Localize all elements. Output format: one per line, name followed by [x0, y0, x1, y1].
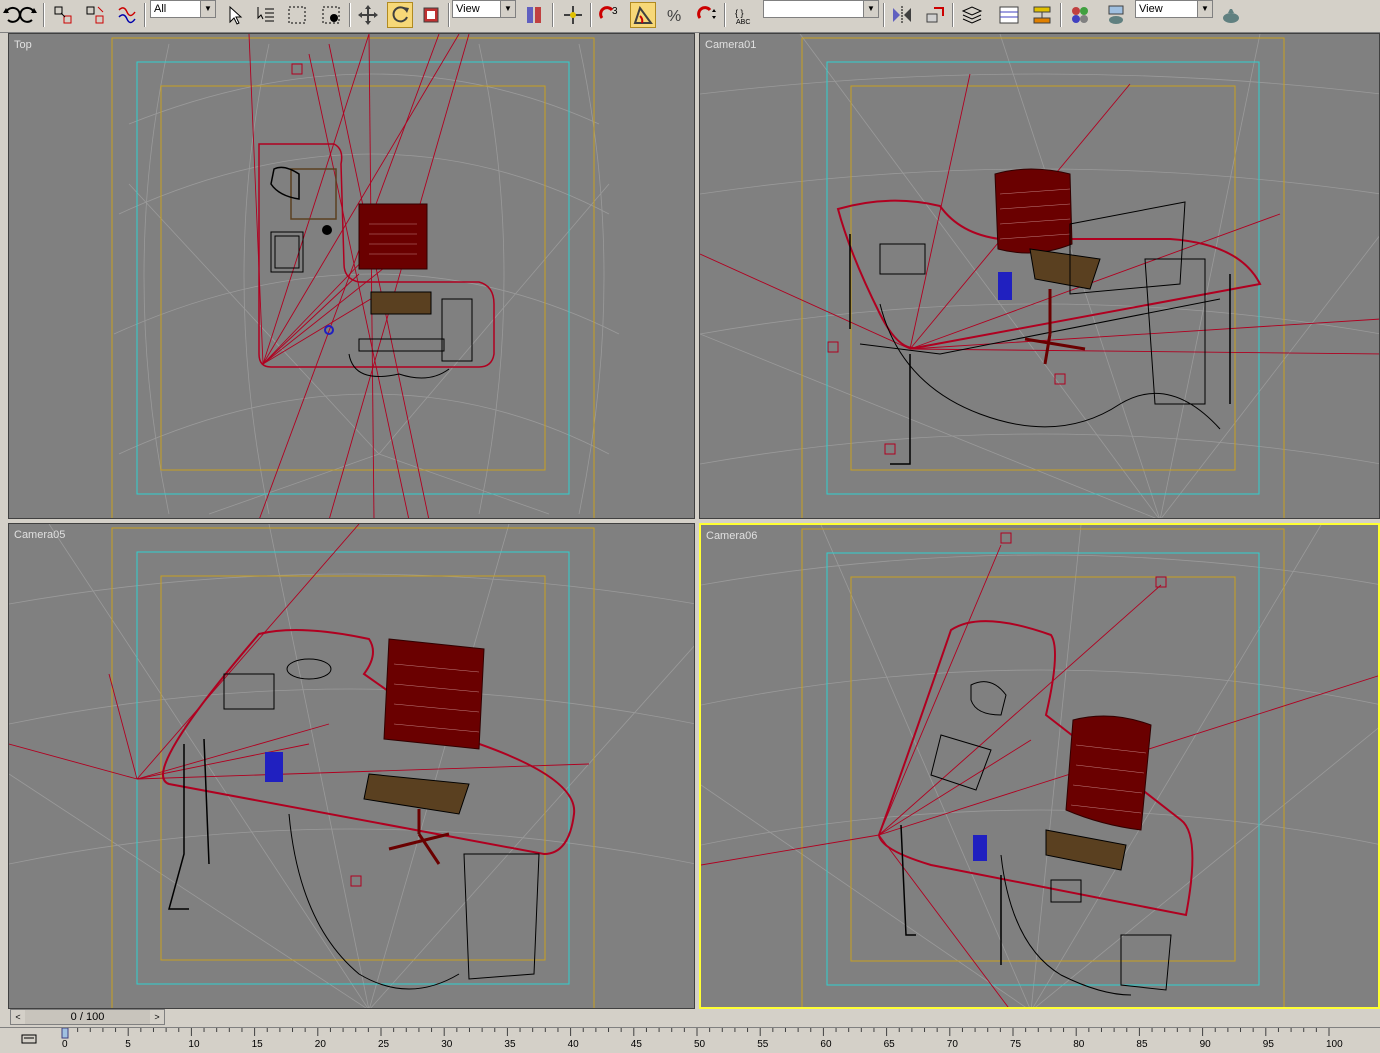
- viewport-camera05[interactable]: Camera05: [8, 523, 695, 1009]
- chevron-down-icon: ▼: [863, 1, 878, 17]
- viewport-camera05-scene: [9, 524, 694, 1008]
- pivot-icon[interactable]: [521, 2, 547, 28]
- scale-icon[interactable]: [418, 2, 444, 28]
- rotate-icon[interactable]: [387, 2, 413, 28]
- viewport-camera01[interactable]: Camera01: [699, 33, 1380, 519]
- schematic-view-icon[interactable]: [1029, 2, 1055, 28]
- selection-filter-value: All: [154, 3, 167, 15]
- quick-render-icon[interactable]: [1218, 2, 1244, 28]
- move-icon[interactable]: [355, 2, 381, 28]
- viewport-camera01-scene: [700, 34, 1379, 518]
- spinner-snap-icon[interactable]: [694, 2, 720, 28]
- curve-editor-icon[interactable]: [996, 2, 1022, 28]
- viewport-camera06[interactable]: Camera06: [699, 523, 1380, 1009]
- material-editor-icon[interactable]: [1067, 2, 1093, 28]
- track-bar-ruler[interactable]: 0 5 10 15 20 25 30 35 40 45 50 55 60 65 70 75 80 85 90 95 10…: [0, 1027, 1380, 1050]
- viewport-top[interactable]: Top: [8, 33, 695, 519]
- align-icon[interactable]: [922, 2, 948, 28]
- unlink-icon[interactable]: [82, 2, 108, 28]
- svg-text:3: 3: [612, 6, 618, 17]
- chevron-down-icon: ▼: [1197, 1, 1212, 17]
- snap-toggle-icon[interactable]: 3: [596, 2, 622, 28]
- ruler-graphics: 0 5 10 15 20 25 30 35 40 45 50 55 60 65 70 75 80 85 90 95 10…: [61, 1027, 1343, 1050]
- render-view-dropdown[interactable]: View ▼: [1135, 0, 1213, 18]
- ref-coord-dropdown[interactable]: View ▼: [452, 0, 516, 18]
- viewport-top-scene: [111, 34, 620, 518]
- redo-icon[interactable]: [14, 2, 40, 28]
- mirror-icon[interactable]: [889, 2, 915, 28]
- viewport-label[interactable]: Camera01: [705, 39, 756, 51]
- selection-filter-dropdown[interactable]: All ▼: [150, 0, 216, 18]
- ref-coord-value: View: [456, 3, 480, 15]
- viewport-label[interactable]: Camera05: [14, 529, 65, 541]
- next-frame-button[interactable]: >: [150, 1010, 164, 1024]
- select-object-icon[interactable]: [222, 2, 248, 28]
- viewport-label[interactable]: Camera06: [706, 530, 757, 542]
- viewport-area: Top Camera01 Camera05 Camera06: [0, 33, 1380, 1009]
- angle-snap-icon[interactable]: [630, 2, 656, 28]
- select-link-icon[interactable]: [50, 2, 76, 28]
- viewport-camera06-scene: [701, 525, 1378, 1007]
- select-by-name-icon[interactable]: [252, 2, 278, 28]
- frame-counter: 0 / 100: [70, 1011, 105, 1023]
- render-setup-icon[interactable]: [1103, 2, 1129, 28]
- render-view-value: View: [1139, 3, 1163, 15]
- chevron-down-icon: ▼: [500, 1, 515, 17]
- chevron-down-icon: ▼: [200, 1, 215, 17]
- prev-frame-button[interactable]: <: [11, 1010, 25, 1024]
- manipulate-icon[interactable]: [560, 2, 586, 28]
- edit-named-selection-icon[interactable]: { } ABC: [731, 2, 757, 28]
- layer-manager-icon[interactable]: [959, 2, 985, 28]
- svg-text:{ }: { }: [735, 8, 744, 18]
- key-filters-icon[interactable]: [20, 1032, 40, 1044]
- svg-text:%: %: [667, 8, 681, 25]
- window-crossing-icon[interactable]: [318, 2, 344, 28]
- bind-spacewarp-icon[interactable]: [114, 2, 140, 28]
- time-slider[interactable]: < 0 / 100 >: [10, 1009, 165, 1025]
- time-cursor[interactable]: [61, 1027, 69, 1039]
- viewport-label[interactable]: Top: [14, 39, 32, 51]
- time-bar: < 0 / 100 >: [0, 1009, 1380, 1027]
- main-toolbar: All ▼ View ▼ 3 % { } ABC ▼ View ▼: [0, 0, 1380, 33]
- percent-snap-icon[interactable]: %: [662, 2, 688, 28]
- named-selection-dropdown[interactable]: ▼: [763, 0, 879, 18]
- svg-text:ABC: ABC: [736, 19, 750, 26]
- rect-selection-icon[interactable]: [284, 2, 310, 28]
